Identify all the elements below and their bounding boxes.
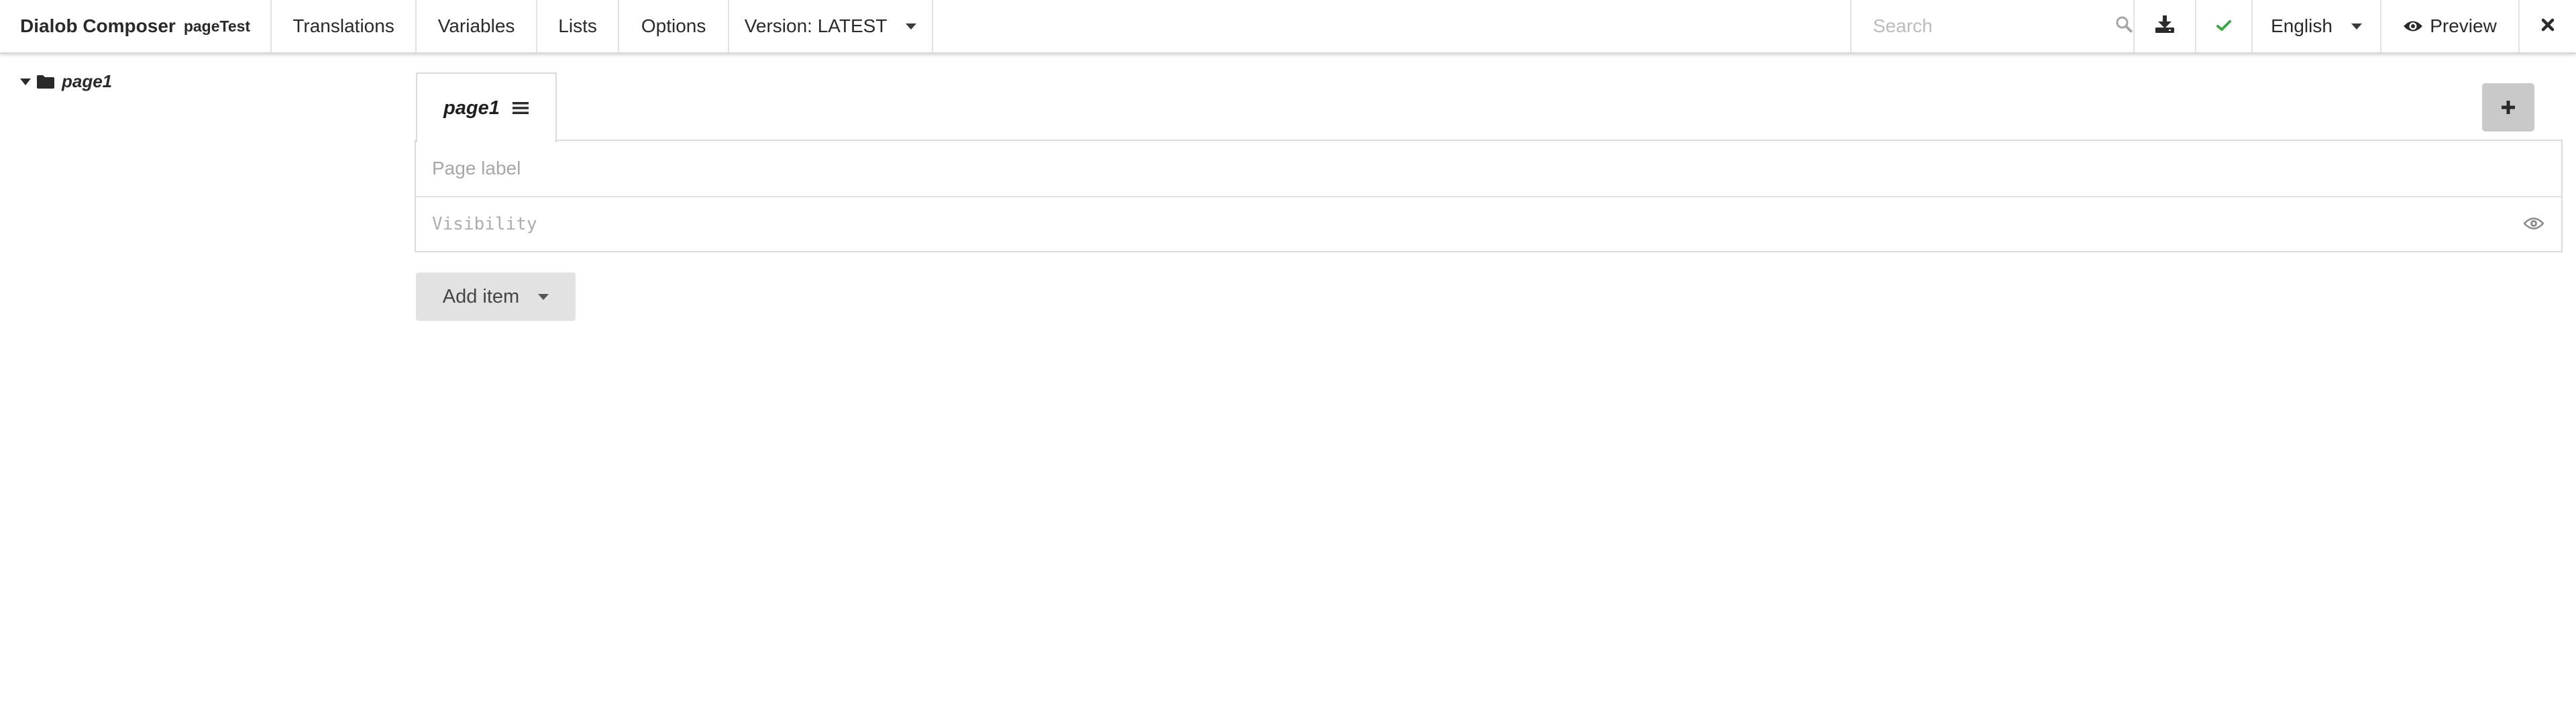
preview-button[interactable]: Preview [2381,0,2520,52]
chevron-down-icon [2351,23,2362,30]
search-icon[interactable] [2115,15,2133,38]
app-brand: Dialob Composer pageTest [0,0,272,52]
plus-icon [2500,99,2516,115]
page-label-input[interactable] [432,158,2545,179]
page-tree: page1 [20,71,112,92]
tab-page1[interactable]: page1 [416,72,557,142]
folder-icon [36,74,55,89]
close-button[interactable] [2520,0,2576,52]
menu-lists[interactable]: Lists [537,0,620,52]
tree-expand-toggle[interactable] [20,78,31,85]
version-label: Version: LATEST [744,15,888,36]
menu-options[interactable]: Options [619,0,730,52]
app-title: Dialob Composer [20,15,176,36]
status-indicator[interactable] [2196,0,2253,52]
page-card [415,140,2563,252]
language-label: English [2271,15,2332,36]
search-input[interactable] [1873,15,2115,37]
menu-variables[interactable]: Variables [417,0,538,52]
form-name: pageTest [183,17,251,35]
top-menu-bar: Dialob Composer pageTest Translations Va… [0,0,2576,54]
eye-icon[interactable] [2523,216,2544,234]
version-dropdown[interactable]: Version: LATEST [729,0,934,52]
tab-label: page1 [443,97,500,119]
tree-item-page1[interactable]: page1 [62,71,112,92]
download-button[interactable] [2135,0,2196,52]
visibility-input[interactable] [432,214,2545,234]
page-label-row [416,141,2561,196]
chevron-down-icon [906,23,917,30]
language-dropdown[interactable]: English [2253,0,2381,52]
preview-label: Preview [2430,15,2497,36]
bars-icon[interactable] [512,101,529,115]
download-icon [2155,15,2175,38]
visibility-row [416,196,2561,251]
menu-spacer [933,0,1850,52]
close-icon [2540,15,2555,37]
chevron-down-icon [538,293,549,300]
add-item-label: Add item [442,285,520,307]
add-item-button[interactable]: Add item [416,272,576,321]
eye-icon [2403,19,2423,33]
add-page-button[interactable] [2482,83,2534,132]
check-icon [2216,15,2232,37]
menu-translations[interactable]: Translations [272,0,417,52]
search-box [1850,0,2135,52]
